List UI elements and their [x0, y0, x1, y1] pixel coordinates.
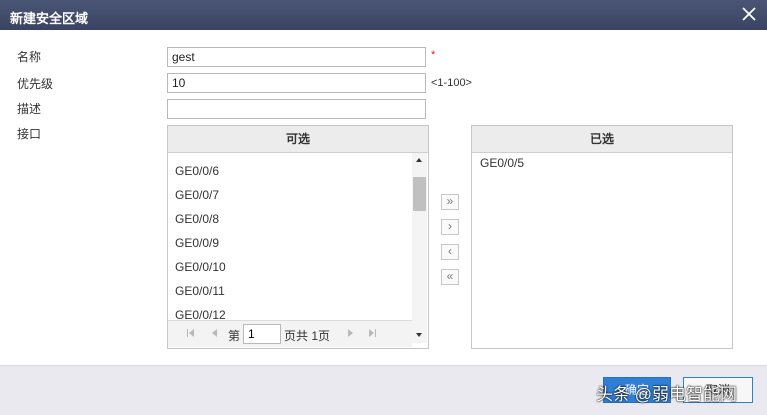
available-interfaces-panel: 可选 GE0/0/6 GE0/0/7 GE0/0/8 GE0/0/9 GE0/0…: [167, 125, 429, 349]
available-item[interactable]: GE0/0/6: [175, 164, 219, 178]
available-item[interactable]: GE0/0/10: [175, 260, 226, 274]
scroll-thumb[interactable]: [413, 177, 426, 211]
priority-label: 优先级: [17, 77, 54, 91]
priority-input[interactable]: [167, 73, 426, 93]
scroll-up-icon[interactable]: [412, 153, 427, 167]
selected-interfaces-panel: 已选 GE0/0/5: [471, 125, 733, 349]
description-input[interactable]: [167, 99, 426, 119]
pager: 第 页共 1页: [168, 320, 412, 347]
available-item[interactable]: GE0/0/7: [175, 188, 219, 202]
next-page-icon[interactable]: [344, 327, 356, 339]
selected-item[interactable]: GE0/0/5: [480, 156, 524, 170]
available-scrollbar[interactable]: [412, 153, 427, 343]
available-item[interactable]: GE0/0/9: [175, 236, 219, 250]
dialog-titlebar: 新建安全区域: [0, 0, 767, 30]
last-page-icon[interactable]: [366, 327, 378, 339]
scroll-down-icon[interactable]: [412, 329, 427, 343]
name-label: 名称: [17, 50, 42, 64]
close-icon[interactable]: [739, 4, 759, 24]
available-item[interactable]: GE0/0/8: [175, 212, 219, 226]
available-header: 可选: [168, 126, 428, 153]
prev-page-icon[interactable]: [209, 327, 221, 339]
add-button[interactable]: ›: [441, 219, 459, 235]
available-item[interactable]: GE0/0/11: [175, 284, 225, 298]
add-all-button[interactable]: »: [441, 194, 459, 210]
name-input[interactable]: [167, 47, 426, 67]
required-mark: *: [431, 49, 436, 61]
page-number-input[interactable]: [243, 324, 281, 344]
dialog-title: 新建安全区域: [10, 11, 89, 26]
selected-header: 已选: [472, 126, 732, 153]
available-list: GE0/0/6 GE0/0/7 GE0/0/8 GE0/0/9 GE0/0/10…: [168, 153, 412, 343]
watermark: 头条 @弱电智能网: [596, 385, 737, 404]
remove-all-button[interactable]: «: [441, 269, 459, 285]
pager-prefix: 第: [228, 329, 241, 343]
description-label: 描述: [17, 102, 42, 116]
priority-range-hint: <1-100>: [431, 77, 472, 89]
remove-button[interactable]: ‹: [441, 244, 459, 260]
first-page-icon[interactable]: [185, 327, 197, 339]
pager-total: 页共 1页: [284, 329, 331, 343]
interface-label: 接口: [17, 127, 42, 141]
